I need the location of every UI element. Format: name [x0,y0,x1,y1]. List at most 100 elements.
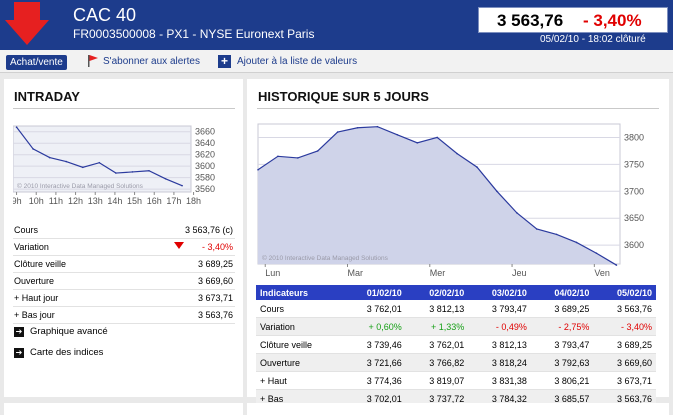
stat-row: + Bas jour 3 563,76 [13,307,235,324]
data-point [555,233,558,236]
bottom-panel-left [4,403,243,415]
x-tick-label: Mar [348,268,364,278]
data-point [575,241,578,244]
stat-label: + Bas jour [14,310,55,320]
stat-value: 3 669,60 [197,276,233,286]
data-point [535,228,538,230]
add-icon[interactable]: + [218,55,231,68]
table-cell: 3 689,25 [593,335,656,354]
x-tick-label: 11h [49,196,63,206]
data-point [181,184,183,187]
table-cell: 3 762,01 [343,300,406,318]
data-point [356,126,359,129]
y-tick-label: 3800 [624,132,644,142]
y-tick-label: 3640 [195,138,215,148]
y-tick-label: 3650 [624,213,644,223]
table-row: Cours 3 762,01 3 812,13 3 793,47 3 689,25 3 5… [256,300,656,318]
intraday-chart: 36603640 36203600 35803560 9h 10h 11h 12h 13h 14… [13,125,215,206]
subscribe-alerts-link[interactable]: S'abonner aux alertes [103,56,200,67]
table-cell: - 2,75% [530,317,594,336]
data-point [81,166,84,169]
table-cell: 3 739,46 [343,335,406,354]
link-label: Graphique avancé [30,326,108,337]
table-cell: 3 831,38 [468,371,531,390]
stat-label: Variation [14,242,49,252]
table-cell: 3 721,66 [343,353,406,372]
x-tick-label: 16h [147,196,162,206]
data-point [595,252,598,255]
table-row: Variation + 0,60% + 1,33% - 0,49% - 2,75% - 3… [256,317,656,336]
copyright-text: © 2010 Interactive Data Managed Solution… [17,182,144,190]
table-cell: - 3,40% [593,317,656,336]
intraday-title: INTRADAY [14,89,80,104]
row-label: Ouverture [256,353,344,372]
column-header: Indicateurs [256,285,344,300]
x-tick-label: 12h [68,196,83,206]
change-percent: - 3,40% [583,11,642,30]
down-arrow-icon [5,2,49,45]
table-cell: + 0,60% [343,317,406,336]
stat-label: + Haut jour [14,293,59,303]
copyright-text: © 2010 Interactive Data Managed Solution… [262,254,389,262]
data-point [32,148,34,150]
price-box: 3 563,76 - 3,40% [478,7,668,33]
table-cell: 3 819,07 [405,371,469,390]
table-cell: 3 806,21 [530,371,594,390]
stat-row: Ouverture 3 669,60 [13,273,235,290]
column-header: 01/02/10 [343,285,406,300]
data-point [456,152,458,155]
x-tick-label: 17h [166,196,181,206]
data-point [164,178,167,180]
y-tick-label: 3700 [624,186,644,196]
column-header: 03/02/10 [468,285,531,300]
historique-chart: 3800 3750 3700 3650 3600 Lun Mar Mer Jeu Ven © 201… [257,123,644,278]
stat-row: + Haut jour 3 673,71 [13,290,235,307]
stat-value: 3 673,71 [197,293,233,303]
data-point [396,133,399,136]
x-tick-label: 9h [13,196,22,206]
quote-datetime: 05/02/10 - 18:02 clôturé [540,34,646,45]
data-point [615,264,618,266]
data-point [316,150,319,152]
stat-label: Ouverture [14,276,55,286]
y-tick-label: 3750 [624,159,644,169]
x-tick-label: Lun [265,268,280,278]
table-cell: 3 563,76 [593,300,656,318]
data-point [496,190,498,193]
table-cell: 3 793,47 [530,335,594,354]
flag-icon [88,55,98,67]
table-cell: 3 774,36 [343,371,406,390]
y-tick-label: 3600 [624,240,644,250]
table-cell: 3 689,25 [530,300,594,318]
historique-table: Indicateurs 01/02/10 02/02/10 03/02/10 0… [256,285,656,408]
x-tick-label: Jeu [512,268,527,278]
data-point [376,125,379,128]
table-header-row: Indicateurs 01/02/10 02/02/10 03/02/10 0… [256,285,656,300]
arrow-right-icon: ➔ [14,327,24,337]
achat-vente-button[interactable]: Achat/vente [6,55,67,70]
data-point [148,169,150,172]
historique-title: HISTORIQUE SUR 5 JOURS [258,89,429,104]
x-tick-label: 15h [127,196,142,206]
data-point [257,168,259,171]
table-row: + Haut 3 774,36 3 819,07 3 831,38 3 806,21 3 … [256,371,656,390]
stat-value: 3 689,25 [197,259,233,269]
table-cell: - 0,49% [468,317,531,336]
row-label: Clôture veille [256,335,344,354]
data-point [277,155,279,158]
stat-row: Cours 3 563,76 (c) [13,222,235,239]
column-header: 02/02/10 [405,285,469,300]
data-point [436,136,438,139]
x-tick-label: Mer [430,268,446,278]
carte-des-indices-link[interactable]: ➔ Carte des indices [14,347,194,361]
data-point [48,156,51,159]
quote-header: CAC 40 FR0003500008 - PX1 - NYSE Euronex… [0,0,673,50]
data-point [516,212,518,214]
bottom-panel-right [247,403,669,415]
table-cell: 3 793,47 [468,300,531,318]
table-cell: 3 673,71 [593,371,656,390]
x-tick-label: Ven [594,268,610,278]
graphique-avance-link[interactable]: ➔ Graphique avancé [14,326,194,340]
stat-label: Cours [14,225,39,235]
add-to-watchlist-link[interactable]: Ajouter à la liste de valeurs [237,56,357,67]
